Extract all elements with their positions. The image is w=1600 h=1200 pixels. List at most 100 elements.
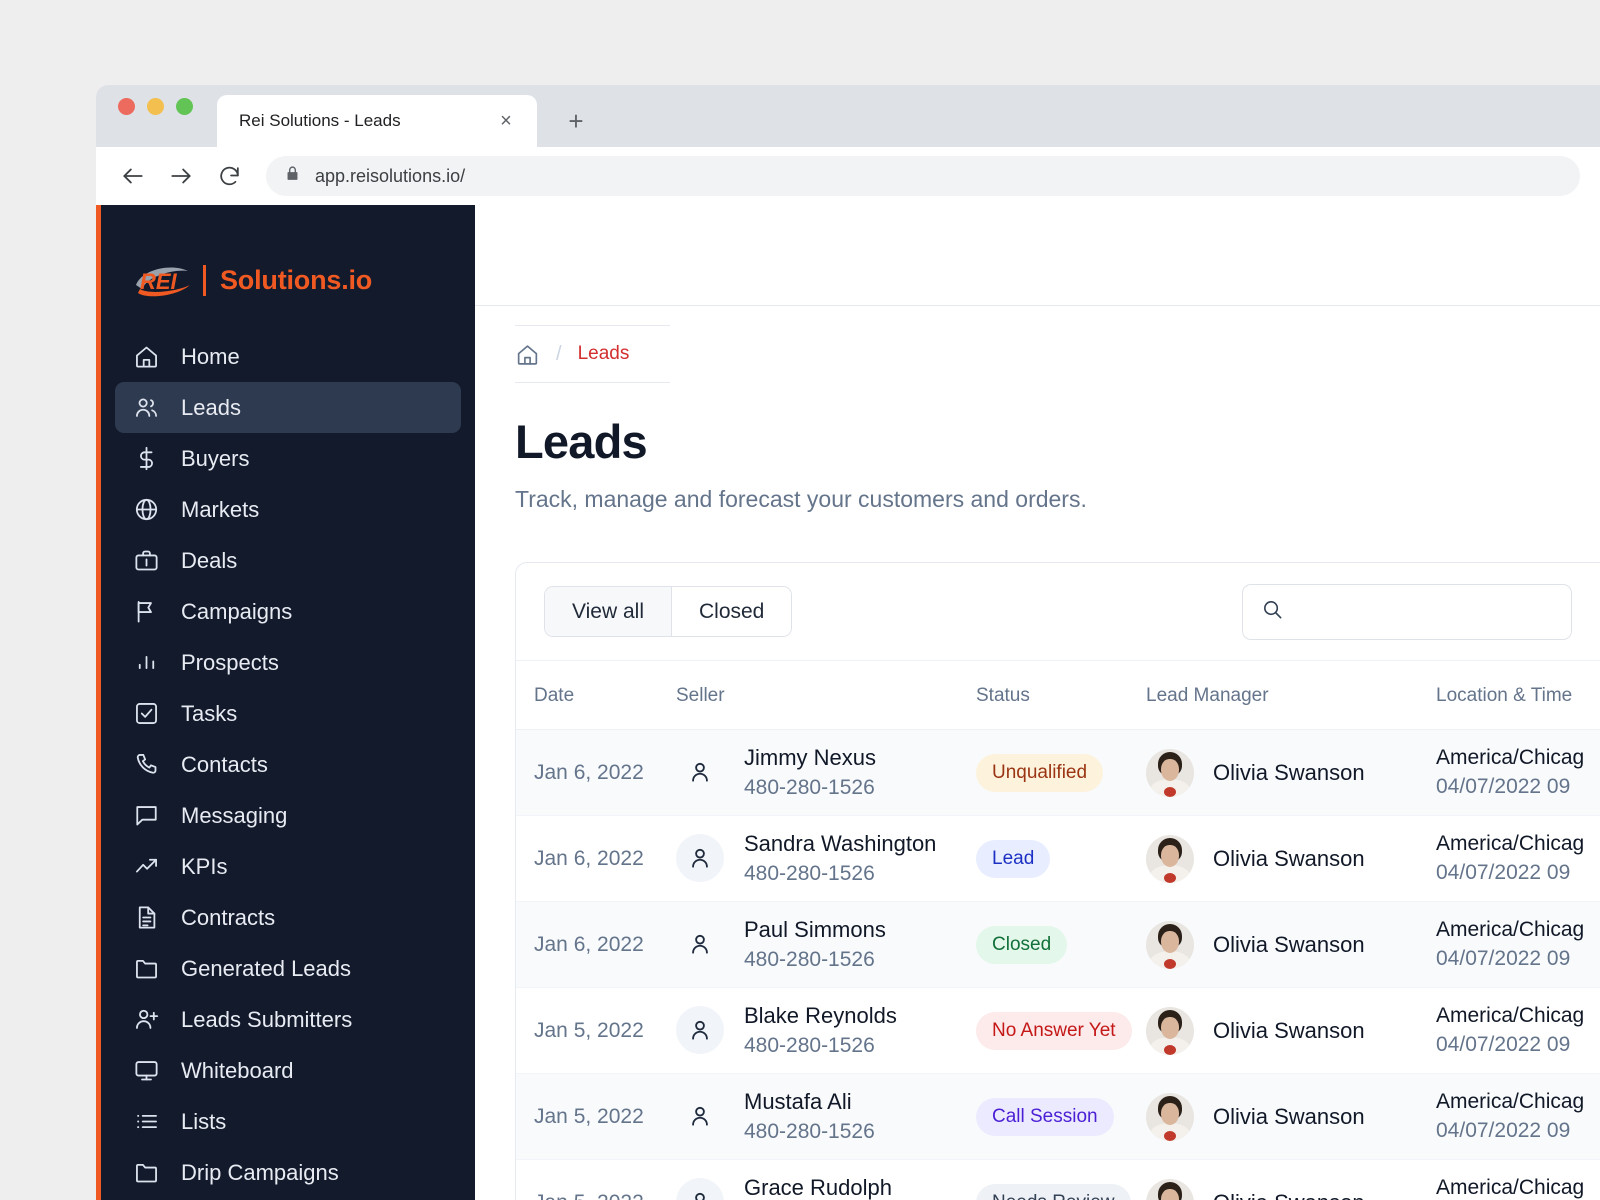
lead-manager-name: Olivia Swanson (1213, 759, 1365, 785)
sidebar-item-deals[interactable]: Deals (115, 535, 461, 586)
sidebar-item-label: Drip Campaigns (181, 1159, 339, 1185)
cell-status: Needs Review (976, 1159, 1146, 1200)
cell-lead-manager: Olivia Swanson (1146, 901, 1436, 988)
location-zone: America/Chicag (1436, 917, 1585, 941)
new-tab-button[interactable]: + (559, 104, 593, 138)
cell-date: Jan 5, 2022 (516, 1159, 676, 1200)
cell-seller: Sandra Washington 480-280-1526 (676, 815, 976, 902)
location-time: 04/07/2022 09 (1436, 1118, 1571, 1142)
lead-manager-name: Olivia Swanson (1213, 931, 1365, 957)
column-header-lead-manager[interactable]: Lead Manager (1146, 661, 1436, 730)
sidebar-item-leads-submitters[interactable]: Leads Submitters (115, 994, 461, 1045)
avatar (1146, 1178, 1194, 1200)
table-row[interactable]: Jan 6, 2022 Sandra Washington 480-280-1526… (516, 815, 1600, 902)
close-icon[interactable]: × (493, 108, 519, 134)
trending-up-icon (133, 853, 160, 880)
browser-window: Rei Solutions - Leads × + app.reisolutio… (96, 85, 1600, 1200)
home-icon[interactable] (515, 342, 540, 367)
column-header-seller[interactable]: Seller (676, 661, 976, 730)
forward-button[interactable] (160, 155, 202, 197)
status-badge: Unqualified (976, 753, 1104, 792)
seller-name: Grace Rudolph (744, 1175, 892, 1200)
app-logo[interactable]: REI Solutions.io (101, 205, 475, 323)
sidebar-item-leads[interactable]: Leads (115, 382, 461, 433)
sidebar-item-whiteboard[interactable]: Whiteboard (115, 1045, 461, 1096)
sidebar-item-messaging[interactable]: Messaging (115, 790, 461, 841)
search-input[interactable] (1296, 600, 1553, 623)
lead-manager-name: Olivia Swanson (1213, 1017, 1365, 1043)
sidebar-item-contacts[interactable]: Contacts (115, 739, 461, 790)
avatar (676, 1178, 724, 1200)
briefcase-icon (133, 547, 160, 574)
cell-seller: Grace Rudolph480-280-1526 (676, 1159, 976, 1200)
close-window-button[interactable] (118, 97, 135, 115)
table-row[interactable]: Jan 5, 2022Grace Rudolph480-280-1526Need… (516, 1159, 1600, 1200)
rei-logo-icon: REI (132, 259, 194, 301)
tab-closed[interactable]: Closed (671, 587, 792, 636)
lock-icon (284, 165, 301, 187)
avatar (676, 748, 724, 796)
maximize-window-button[interactable] (176, 97, 193, 115)
sidebar-item-campaigns[interactable]: Campaigns (115, 586, 461, 637)
status-badge: Closed (976, 925, 1068, 964)
location-zone: America/Chicag (1436, 1003, 1585, 1027)
column-header-status[interactable]: Status (976, 661, 1146, 730)
sidebar-item-label: Leads (181, 394, 241, 420)
cell-location-time: America/Chicag 04/07/2022 09 (1436, 1073, 1600, 1160)
breadcrumb-current[interactable]: Leads (578, 343, 630, 365)
sidebar-item-home[interactable]: Home (115, 331, 461, 382)
avatar (1146, 920, 1194, 969)
column-header-location-time[interactable]: Location & Time (1436, 661, 1600, 730)
cell-date: Jan 5, 2022 (516, 1073, 676, 1160)
browser-tab-strip: Rei Solutions - Leads × + (96, 85, 1600, 147)
sidebar-item-contracts[interactable]: Contracts (115, 892, 461, 943)
address-bar[interactable]: app.reisolutions.io/ (266, 156, 1580, 196)
cell-status: Lead (976, 815, 1146, 902)
sidebar-item-tasks[interactable]: Tasks (115, 688, 461, 739)
sidebar-item-prospects[interactable]: Prospects (115, 637, 461, 688)
cell-location-time: America/Chicag 04/07/2022 09 (1436, 729, 1600, 816)
browser-toolbar: app.reisolutions.io/ (96, 147, 1600, 205)
tab-view-all[interactable]: View all (545, 587, 672, 636)
globe-icon (133, 496, 160, 523)
back-button[interactable] (112, 155, 154, 197)
sidebar-item-label: Messaging (181, 802, 288, 828)
cell-lead-manager: Olivia Swanson (1146, 987, 1436, 1074)
table-row[interactable]: Jan 5, 2022 Blake Reynolds 480-280-1526 No … (516, 987, 1600, 1074)
search-box[interactable] (1242, 583, 1572, 640)
sidebar-item-drip-campaigns[interactable]: Drip Campaigns (115, 1147, 461, 1198)
breadcrumb: / Leads (515, 325, 670, 383)
leads-toolbar: View all Closed (516, 563, 1600, 661)
table-row[interactable]: Jan 6, 2022 Paul Simmons 480-280-1526 Close… (516, 901, 1600, 988)
chat-bubble-icon (133, 802, 160, 829)
sidebar-item-markets[interactable]: Markets (115, 484, 461, 535)
sidebar-item-generated-leads[interactable]: Generated Leads (115, 943, 461, 994)
cell-lead-manager: Olivia Swanson (1146, 815, 1436, 902)
location-time: 04/07/2022 09 (1436, 1032, 1571, 1056)
seller-phone: 480-280-1526 (744, 1033, 875, 1057)
lead-manager-name: Olivia Swanson (1213, 845, 1365, 871)
sidebar-item-kpis[interactable]: KPIs (115, 841, 461, 892)
leads-table-body: Jan 6, 2022 Jimmy Nexus 480-280-1526 Unqual… (516, 729, 1600, 1200)
table-row[interactable]: Jan 6, 2022 Jimmy Nexus 480-280-1526 Unqual… (516, 729, 1600, 816)
minimize-window-button[interactable] (147, 97, 164, 115)
sidebar-item-label: Campaigns (181, 598, 293, 624)
monitor-icon (133, 1057, 160, 1084)
cell-status: Call Session (976, 1073, 1146, 1160)
sidebar-item-label: Generated Leads (181, 955, 352, 981)
reload-button[interactable] (208, 155, 250, 197)
app-header-bar (475, 205, 1600, 306)
cell-date: Jan 6, 2022 (516, 815, 676, 902)
browser-tab[interactable]: Rei Solutions - Leads × (217, 95, 537, 147)
seller-phone: 480-280-1526 (744, 861, 875, 885)
lead-manager-name: Olivia Swanson (1213, 1190, 1365, 1200)
bar-chart-icon (133, 649, 160, 676)
sidebar-item-lists[interactable]: Lists (115, 1096, 461, 1147)
table-row[interactable]: Jan 5, 2022 Mustafa Ali 480-280-1526 Call S… (516, 1073, 1600, 1160)
sidebar-item-label: Prospects (181, 649, 279, 675)
sidebar-item-label: Buyers (181, 445, 250, 471)
cell-date: Jan 6, 2022 (516, 729, 676, 816)
breadcrumb-separator: / (556, 342, 562, 365)
sidebar-item-buyers[interactable]: Buyers (115, 433, 461, 484)
column-header-date[interactable]: Date (516, 661, 676, 730)
